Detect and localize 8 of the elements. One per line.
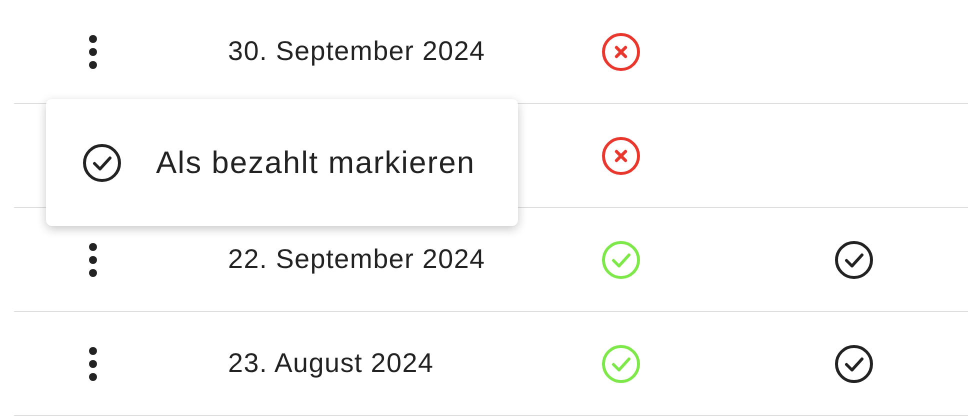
date-text: 22. September 2024 [227,244,486,274]
more-vertical-icon [87,34,99,70]
check-circle-icon [82,142,122,182]
more-vertical-icon [87,242,99,278]
date-text: 30. September 2024 [227,36,486,66]
date-text: 23. August 2024 [227,348,434,378]
menu-item[interactable]: Als bezahlt markieren [46,142,518,184]
more-vertical-icon [87,346,99,382]
